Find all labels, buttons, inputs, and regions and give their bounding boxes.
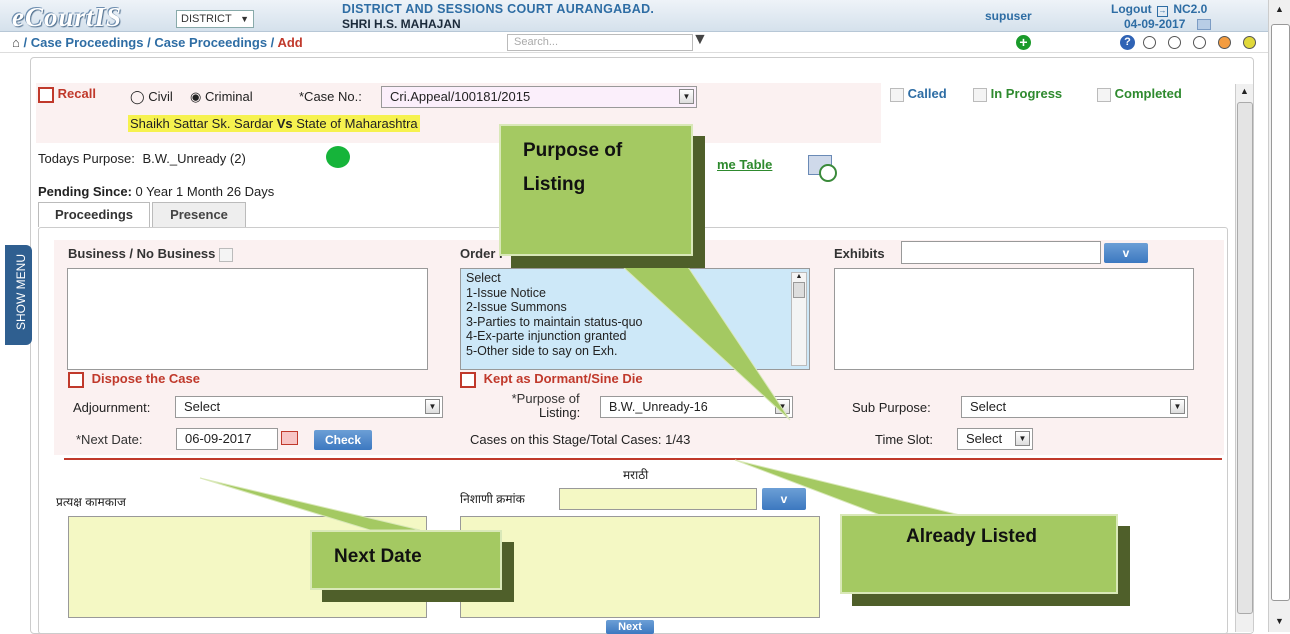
next-date-callout-arrow — [199, 477, 421, 531]
already-listed-callout-text: Already Listed — [906, 526, 1037, 547]
purpose-callout-arrow — [608, 254, 791, 421]
already-listed-callout: Already Listed — [840, 514, 1118, 594]
purpose-callout-text: Purpose of Listing — [523, 140, 623, 195]
next-date-callout: Next Date — [310, 530, 502, 590]
already-listed-callout-arrow — [734, 459, 961, 516]
next-date-callout-text: Next Date — [334, 546, 422, 567]
purpose-callout: Purpose of Listing — [499, 124, 693, 256]
